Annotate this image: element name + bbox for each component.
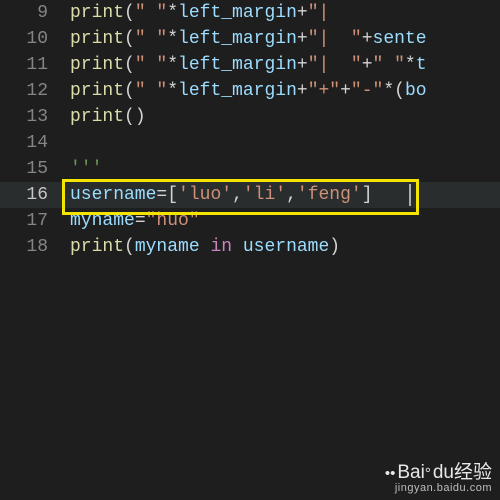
watermark-brand: Bai xyxy=(397,462,424,483)
code-line[interactable]: print(" "*left_margin+"| "+" "*t xyxy=(70,52,500,78)
line-number: 11 xyxy=(0,52,56,78)
line-number: 14 xyxy=(0,130,56,156)
paw-icon: •• xyxy=(385,465,396,482)
code-editor[interactable]: 9 print(" "*left_margin+"| 10 print(" "*lef… xyxy=(0,0,500,500)
code-line[interactable]: print(" "*left_margin+"+"+"-"*(bo xyxy=(70,78,500,104)
watermark-suffix: 经验 xyxy=(454,462,492,483)
line-number: 9 xyxy=(0,0,56,26)
watermark-brand-accent: du xyxy=(433,462,454,483)
line-number: 13 xyxy=(0,104,56,130)
watermark-url: jingyan.baidu.com xyxy=(385,482,492,494)
code-line[interactable] xyxy=(70,130,500,156)
watermark: ••Bai°du经验 jingyan.baidu.com xyxy=(385,457,492,494)
code-line[interactable]: print() xyxy=(70,104,500,130)
highlight-rectangle xyxy=(62,179,419,215)
line-number: 17 xyxy=(0,208,56,234)
code-line[interactable]: print(myname in username) xyxy=(70,234,500,260)
line-number: 18 xyxy=(0,234,56,260)
line-number: 15 xyxy=(0,156,56,182)
text-cursor xyxy=(409,184,411,206)
line-number: 16 xyxy=(0,182,56,208)
code-line[interactable]: print(" "*left_margin+"| xyxy=(70,0,500,26)
code-line[interactable]: print(" "*left_margin+"| "+sente xyxy=(70,26,500,52)
line-number: 10 xyxy=(0,26,56,52)
paw-dot-icon: ° xyxy=(425,465,431,482)
line-number: 12 xyxy=(0,78,56,104)
